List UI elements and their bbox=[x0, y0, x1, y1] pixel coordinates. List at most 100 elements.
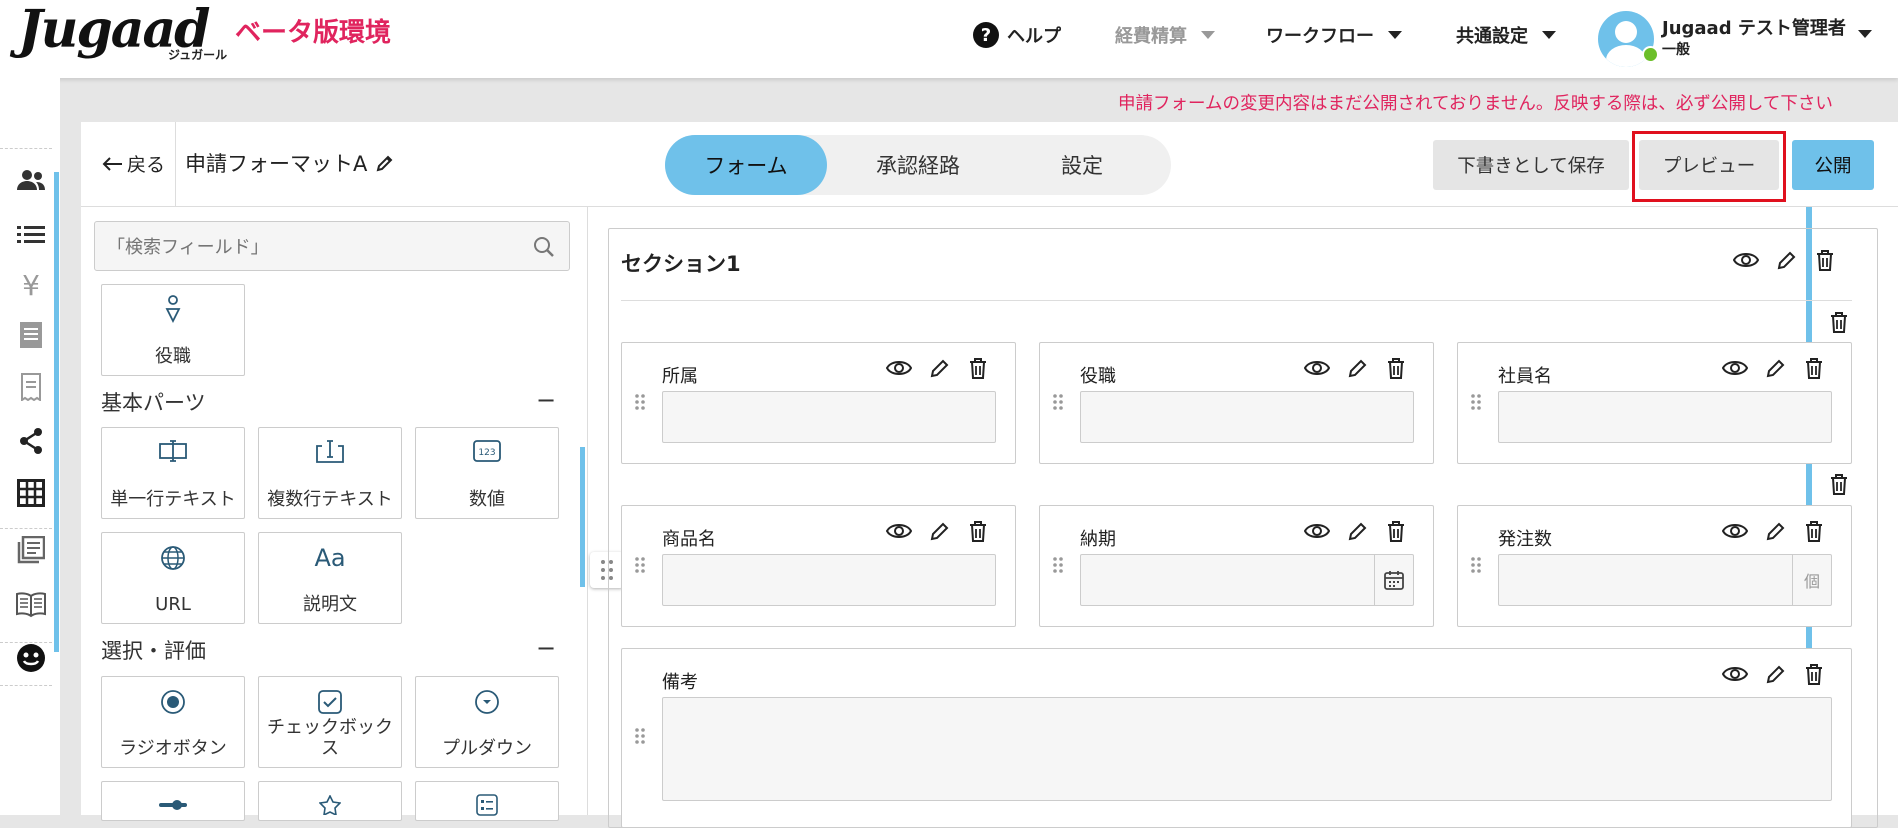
eye-icon[interactable] bbox=[886, 359, 912, 377]
eye-icon[interactable] bbox=[1733, 251, 1759, 269]
palette-item-label: 単一行テキスト bbox=[110, 489, 236, 510]
yen-icon[interactable]: ¥ bbox=[14, 268, 48, 302]
common-settings-menu[interactable]: 共通設定 bbox=[1456, 20, 1556, 50]
palette-item-rating[interactable] bbox=[258, 781, 402, 821]
pencil-icon[interactable] bbox=[1776, 249, 1798, 271]
online-status-icon bbox=[1642, 46, 1659, 63]
eye-icon[interactable] bbox=[1722, 359, 1748, 377]
back-button[interactable]: 戻る bbox=[101, 150, 165, 177]
star-icon bbox=[259, 790, 401, 820]
field-textarea-box[interactable] bbox=[662, 697, 1832, 801]
eye-icon[interactable] bbox=[1722, 665, 1748, 683]
field-input-box[interactable] bbox=[662, 554, 996, 606]
trash-icon[interactable] bbox=[1804, 357, 1824, 379]
field-remarks[interactable]: 備考 bbox=[621, 648, 1852, 828]
pencil-icon[interactable] bbox=[1347, 357, 1369, 379]
field-department[interactable]: 所属 bbox=[621, 342, 1016, 464]
trash-icon[interactable] bbox=[1815, 249, 1835, 271]
receipt-icon[interactable] bbox=[14, 370, 48, 404]
field-input-box[interactable]: 個 bbox=[1498, 554, 1832, 606]
field-input-box[interactable] bbox=[662, 391, 996, 443]
row-trash-icon[interactable] bbox=[1829, 473, 1849, 495]
publish-button[interactable]: 公開 bbox=[1792, 140, 1874, 190]
grip-icon[interactable] bbox=[1052, 393, 1064, 411]
field-delivery-date[interactable]: 納期 bbox=[1039, 505, 1434, 627]
collapse-basic-button[interactable]: − bbox=[536, 386, 556, 414]
tab-form[interactable]: フォーム bbox=[665, 135, 827, 195]
palette-item-checkbox[interactable]: チェックボックス bbox=[258, 676, 402, 768]
palette-item-url[interactable]: URL bbox=[101, 532, 245, 624]
trash-icon[interactable] bbox=[968, 357, 988, 379]
pencil-icon[interactable] bbox=[929, 357, 951, 379]
grip-icon[interactable] bbox=[1052, 556, 1064, 574]
palette-item-number[interactable]: 123 数値 bbox=[415, 427, 559, 519]
palette-item-dropdown[interactable]: プルダウン bbox=[415, 676, 559, 768]
trash-icon[interactable] bbox=[968, 520, 988, 542]
palette-item-single-line-text[interactable]: 単一行テキスト bbox=[101, 427, 245, 519]
palette-item-position[interactable]: 役職 bbox=[101, 284, 245, 376]
palette-item-checklist[interactable] bbox=[415, 781, 559, 821]
beta-environment-label: ベータ版環境 bbox=[235, 18, 392, 48]
radio-button-icon bbox=[102, 687, 244, 717]
field-input-box[interactable] bbox=[1498, 391, 1832, 443]
svg-text:123: 123 bbox=[478, 448, 495, 458]
share-icon[interactable] bbox=[14, 424, 48, 458]
users-icon[interactable] bbox=[14, 163, 48, 197]
search-icon[interactable] bbox=[533, 236, 555, 258]
grip-icon[interactable] bbox=[1470, 393, 1482, 411]
save-draft-button[interactable]: 下書きとして保存 bbox=[1433, 140, 1629, 190]
field-search bbox=[94, 221, 570, 272]
palette-item-slider[interactable] bbox=[101, 781, 245, 821]
pencil-icon[interactable] bbox=[929, 520, 951, 542]
eye-icon[interactable] bbox=[886, 522, 912, 540]
tab-approval-route[interactable]: 承認経路 bbox=[837, 135, 999, 195]
palette-item-description[interactable]: Aa 説明文 bbox=[258, 532, 402, 624]
trash-icon[interactable] bbox=[1386, 520, 1406, 542]
table-icon[interactable] bbox=[14, 476, 48, 510]
eye-icon[interactable] bbox=[1304, 359, 1330, 377]
eye-icon[interactable] bbox=[1722, 522, 1748, 540]
row-trash-icon[interactable] bbox=[1829, 311, 1849, 333]
field-product-name[interactable]: 商品名 bbox=[621, 505, 1016, 627]
chevron-down-icon bbox=[1201, 31, 1215, 39]
search-input[interactable] bbox=[105, 222, 529, 272]
workflow-menu[interactable]: ワークフロー bbox=[1266, 20, 1402, 50]
grip-icon[interactable] bbox=[1470, 556, 1482, 574]
form-name[interactable]: 申請フォーマットA bbox=[185, 148, 395, 178]
pencil-icon[interactable] bbox=[1765, 357, 1787, 379]
library-icon[interactable] bbox=[14, 533, 48, 567]
collapse-selection-button[interactable]: − bbox=[536, 634, 556, 662]
field-order-quantity[interactable]: 発注数 個 bbox=[1457, 505, 1852, 627]
document-icon[interactable] bbox=[14, 318, 48, 352]
field-input-box[interactable] bbox=[1080, 391, 1414, 443]
calendar-button[interactable] bbox=[1374, 555, 1413, 605]
pencil-icon[interactable] bbox=[1765, 520, 1787, 542]
expense-menu[interactable]: 経費精算 bbox=[1115, 20, 1215, 50]
pencil-icon[interactable] bbox=[1347, 520, 1369, 542]
unpublished-warning: 申請フォームの変更内容はまだ公開されておりません。反映する際は、必ず公開して下さ… bbox=[1118, 94, 1833, 114]
grip-icon[interactable] bbox=[634, 393, 646, 411]
expense-label: 経費精算 bbox=[1115, 26, 1187, 47]
support-face-icon[interactable] bbox=[14, 641, 48, 675]
trash-icon[interactable] bbox=[1804, 520, 1824, 542]
user-name[interactable]: Jugaad テスト管理者 bbox=[1662, 14, 1846, 40]
field-employee-name[interactable]: 社員名 bbox=[1457, 342, 1852, 464]
pencil-icon[interactable] bbox=[1765, 663, 1787, 685]
tab-settings[interactable]: 設定 bbox=[1001, 135, 1163, 195]
grip-icon[interactable] bbox=[634, 556, 646, 574]
help-menu[interactable]: ? ヘルプ bbox=[973, 20, 1061, 50]
list-icon[interactable] bbox=[14, 218, 48, 252]
user-menu-chevron-icon[interactable] bbox=[1858, 30, 1872, 38]
grip-icon[interactable] bbox=[634, 727, 646, 745]
field-position[interactable]: 役職 bbox=[1039, 342, 1434, 464]
pencil-icon bbox=[377, 155, 393, 172]
left-sidebar: ¥ bbox=[0, 78, 60, 815]
editor-toolbar: 戻る 申請フォーマットA フォーム 承認経路 設定 下書きとして保存 プレビュー… bbox=[81, 122, 1898, 207]
palette-item-radio[interactable]: ラジオボタン bbox=[101, 676, 245, 768]
eye-icon[interactable] bbox=[1304, 522, 1330, 540]
palette-item-multi-line-text[interactable]: 複数行テキスト bbox=[258, 427, 402, 519]
field-input-box[interactable] bbox=[1080, 554, 1414, 606]
manual-book-icon[interactable] bbox=[14, 588, 48, 622]
trash-icon[interactable] bbox=[1804, 663, 1824, 685]
trash-icon[interactable] bbox=[1386, 357, 1406, 379]
